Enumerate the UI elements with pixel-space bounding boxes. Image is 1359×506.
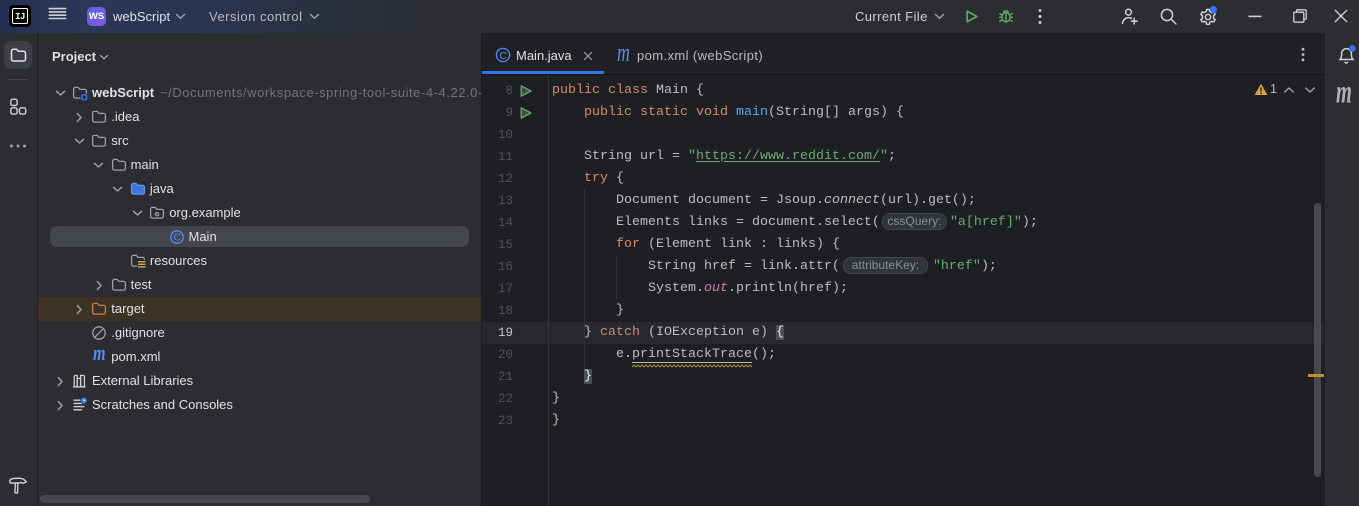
svg-text:m: m [617, 46, 630, 63]
svg-text:C: C [499, 50, 507, 62]
svg-text:C: C [173, 232, 180, 243]
svg-text:m: m [93, 349, 106, 365]
svg-text:m: m [1336, 85, 1352, 109]
